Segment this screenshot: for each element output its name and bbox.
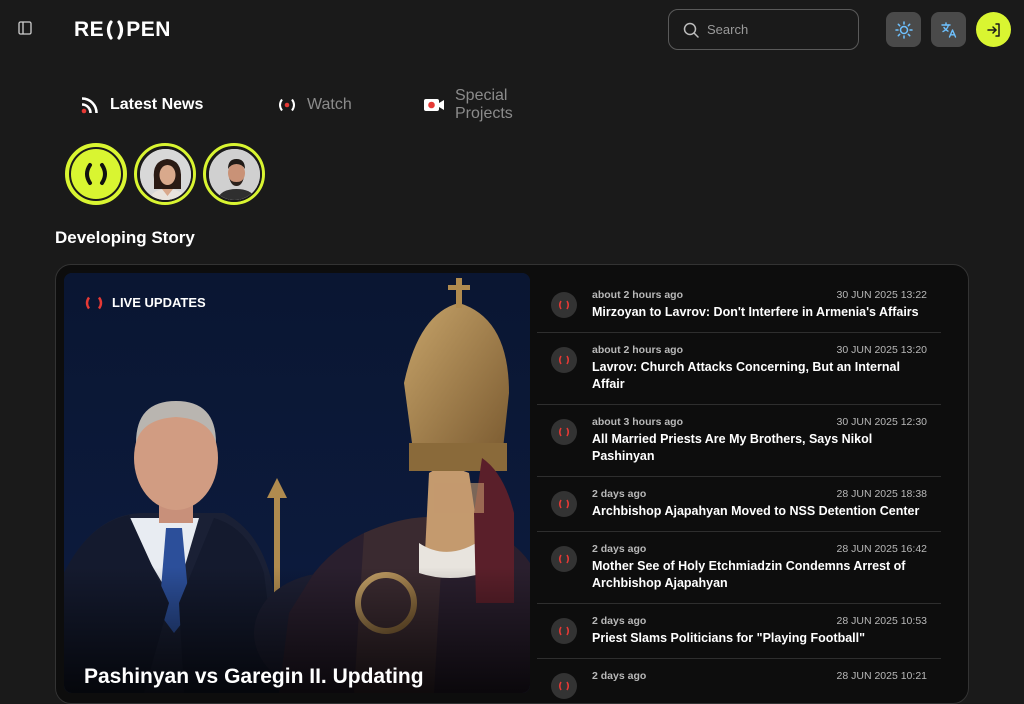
login-icon xyxy=(986,22,1000,37)
logo-text-left: RE xyxy=(74,18,105,41)
tab-label: Watch xyxy=(307,96,352,113)
logo-bracket-icon xyxy=(107,20,124,40)
tab-label: Special Projects xyxy=(455,87,513,122)
list-item[interactable]: 2 days ago 28 JUN 2025 10:21 xyxy=(537,659,941,703)
section-title: Developing Story xyxy=(55,228,195,247)
tab-special-projects[interactable]: Special Projects xyxy=(423,87,513,123)
search-input[interactable] xyxy=(707,22,847,37)
stories-row xyxy=(65,143,265,205)
timestamp: 28 JUN 2025 16:42 xyxy=(836,543,927,555)
theme-toggle-button[interactable] xyxy=(886,12,921,47)
developing-story-card: LIVE UPDATES Pashinyan vs Garegin II. Up… xyxy=(55,264,969,704)
nav-tabs: Latest News Watch Special Projects xyxy=(80,87,513,122)
time-ago: 2 days ago xyxy=(592,615,647,627)
camera-icon xyxy=(423,98,445,112)
hero-image xyxy=(64,273,530,693)
hero-story[interactable]: LIVE UPDATES Pashinyan vs Garegin II. Up… xyxy=(64,273,530,693)
live-bracket-icon xyxy=(551,347,577,373)
logo[interactable]: RE PEN xyxy=(74,18,171,42)
time-ago: about 2 hours ago xyxy=(592,289,684,301)
tab-watch[interactable]: Watch xyxy=(277,96,352,114)
sidebar-toggle-icon[interactable] xyxy=(18,21,34,37)
avatar xyxy=(206,146,262,202)
live-bracket-icon xyxy=(551,546,577,572)
login-button[interactable] xyxy=(976,12,1011,47)
live-bracket-icon xyxy=(551,618,577,644)
time-ago: 2 days ago xyxy=(592,488,647,500)
list-item[interactable]: 2 days ago 28 JUN 2025 10:53 Priest Slams … xyxy=(537,604,941,659)
list-item[interactable]: about 2 hours ago 30 JUN 2025 13:20 Lavrov… xyxy=(537,333,941,405)
hero-title: Pashinyan vs Garegin II. Updating xyxy=(84,665,424,688)
time-ago: about 2 hours ago xyxy=(592,344,684,356)
headline: Mother See of Holy Etchmiadzin Condemns … xyxy=(592,559,906,590)
headline: Lavrov: Church Attacks Concerning, But a… xyxy=(592,360,900,391)
headline: Mirzoyan to Lavrov: Don't Interfere in A… xyxy=(592,305,919,319)
live-bracket-icon xyxy=(551,292,577,318)
headline: Priest Slams Politicians for "Playing Fo… xyxy=(592,631,866,645)
story-avatar-man[interactable] xyxy=(203,143,265,205)
timestamp: 28 JUN 2025 10:21 xyxy=(836,670,927,682)
rss-icon xyxy=(80,95,100,115)
avatar xyxy=(137,146,193,202)
live-bracket-icon xyxy=(551,673,577,699)
list-item[interactable]: about 3 hours ago 30 JUN 2025 12:30 All Ma… xyxy=(537,405,941,477)
story-live[interactable] xyxy=(65,143,127,205)
top-bar: RE PEN xyxy=(0,0,1024,60)
logo-text-right: PEN xyxy=(126,18,171,41)
timestamp: 30 JUN 2025 12:30 xyxy=(836,416,927,428)
headline: Archbishop Ajapahyan Moved to NSS Detent… xyxy=(592,504,920,518)
search-icon xyxy=(683,22,699,38)
time-ago: 2 days ago xyxy=(592,543,647,555)
timestamp: 28 JUN 2025 18:38 xyxy=(836,488,927,500)
live-bracket-icon xyxy=(85,296,103,309)
live-bracket-icon xyxy=(551,491,577,517)
sun-icon xyxy=(894,20,913,39)
search-box[interactable] xyxy=(668,9,859,50)
live-bracket-icon xyxy=(551,419,577,445)
live-updates-label: LIVE UPDATES xyxy=(112,295,206,310)
language-button[interactable] xyxy=(931,12,966,47)
live-bracket-icon xyxy=(277,98,297,112)
live-updates-badge: LIVE UPDATES xyxy=(84,295,206,310)
timestamp: 30 JUN 2025 13:20 xyxy=(836,344,927,356)
list-item[interactable]: 2 days ago 28 JUN 2025 16:42 Mother See of… xyxy=(537,532,941,604)
news-list: about 2 hours ago 30 JUN 2025 13:22 Mirzoy… xyxy=(537,278,941,703)
tab-latest-news[interactable]: Latest News xyxy=(80,95,203,115)
headline: All Married Priests Are My Brothers, Say… xyxy=(592,432,873,463)
story-avatar-woman[interactable] xyxy=(134,143,196,205)
timestamp: 30 JUN 2025 13:22 xyxy=(836,289,927,301)
timestamp: 28 JUN 2025 10:53 xyxy=(836,615,927,627)
translate-icon xyxy=(940,21,956,38)
time-ago: about 3 hours ago xyxy=(592,416,684,428)
list-item[interactable]: 2 days ago 28 JUN 2025 18:38 Archbishop Aj… xyxy=(537,477,941,532)
time-ago: 2 days ago xyxy=(592,670,647,682)
live-bracket-icon xyxy=(85,163,107,185)
tab-label: Latest News xyxy=(110,96,204,113)
list-item[interactable]: about 2 hours ago 30 JUN 2025 13:22 Mirzoy… xyxy=(537,278,941,333)
